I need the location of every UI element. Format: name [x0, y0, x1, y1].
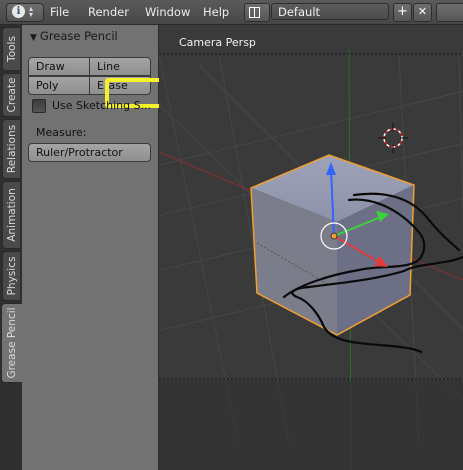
layout-grid-icon [249, 7, 260, 18]
viewport-canvas[interactable] [159, 25, 463, 470]
menu-render[interactable]: Render [88, 5, 129, 19]
tool-shelf: ▼ Grease Pencil Draw Line Poly Erase Use … [22, 25, 180, 470]
tab-tools[interactable]: Tools [2, 27, 20, 71]
screen-layout-button[interactable] [244, 3, 270, 22]
tab-animation[interactable]: Animation [2, 181, 20, 249]
camera-passepartout [159, 380, 463, 470]
tab-grease-pencil[interactable]: Grease Pencil [1, 303, 22, 383]
panel-header[interactable]: ▼ Grease Pencil [30, 29, 118, 43]
delete-layout-button[interactable]: ✕ [413, 3, 432, 22]
collapse-triangle-icon: ▼ [30, 33, 37, 43]
tab-physics[interactable]: Physics [2, 251, 20, 301]
measure-label: Measure: [36, 126, 87, 139]
view-name-label: Camera Persp [179, 36, 256, 49]
add-layout-button[interactable]: + [393, 3, 412, 22]
tool-tabs: Tools Create Relations Animation Physics… [0, 25, 22, 470]
screen-layout-field[interactable]: Default [271, 3, 389, 20]
scene-selector-button[interactable] [436, 3, 463, 22]
tab-create[interactable]: Create [2, 73, 20, 117]
menu-window[interactable]: Window [145, 5, 190, 19]
panel-title: Grease Pencil [39, 29, 118, 43]
checkbox-box[interactable] [32, 99, 46, 113]
updown-arrows-icon: ▴ ▾ [29, 4, 34, 19]
use-sketching-sessions-checkbox[interactable]: Use Sketching S... [30, 98, 158, 114]
sketching-label: Use Sketching S... [52, 99, 152, 112]
line-button[interactable]: Line [89, 57, 151, 76]
3d-viewport[interactable]: Camera Persp [159, 25, 463, 470]
tab-relations[interactable]: Relations [2, 119, 20, 179]
top-header: i ▴ ▾ File Render Window Help Default + ✕ [0, 0, 463, 25]
editor-type-button[interactable]: i ▴ ▾ [6, 3, 44, 22]
menu-help[interactable]: Help [203, 5, 229, 19]
menu-file[interactable]: File [50, 5, 69, 19]
poly-button[interactable]: Poly [28, 76, 90, 95]
ruler-protractor-button[interactable]: Ruler/Protractor [28, 143, 151, 162]
draw-button[interactable]: Draw [28, 57, 90, 76]
info-icon: i [12, 5, 25, 18]
